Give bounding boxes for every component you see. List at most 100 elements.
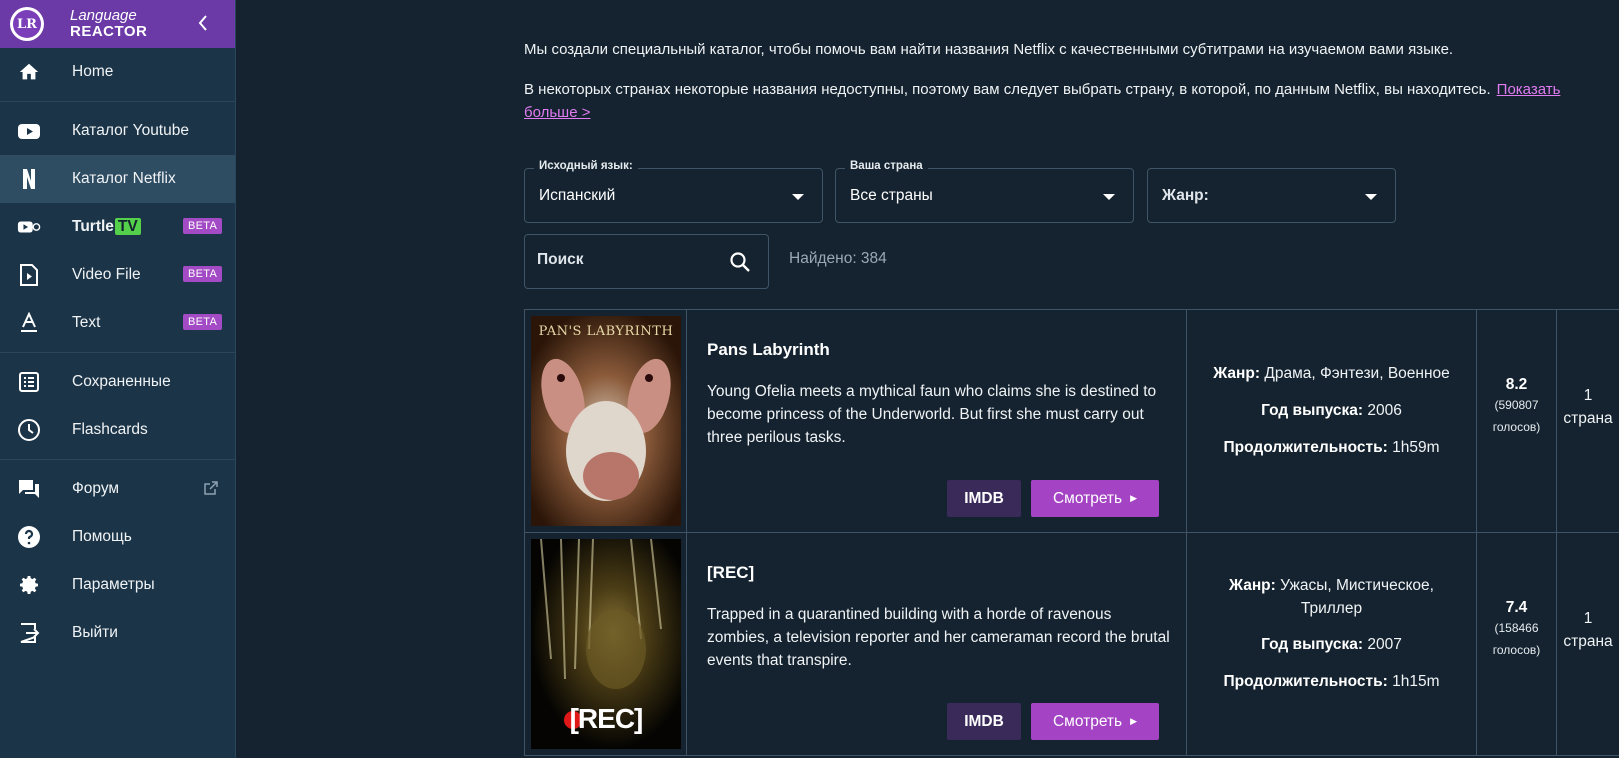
genre-label: Жанр:: [1213, 365, 1261, 382]
turtle-tv-icon: [17, 215, 41, 239]
duration-line: Продолжительность: 1h59m: [1187, 436, 1476, 459]
poster-cell: [REC]: [524, 533, 686, 755]
divider: [0, 459, 235, 460]
video-file-icon: [17, 263, 41, 287]
select-value: Все страны: [850, 187, 933, 204]
genre-line: Жанр: Драма, Фэнтези, Военное: [1187, 362, 1476, 385]
year-value: 2006: [1367, 402, 1402, 419]
duration-value: 1h59m: [1392, 439, 1440, 456]
external-link-icon: [204, 481, 218, 498]
sidebar-item-label: Flashcards: [72, 421, 148, 438]
movie-description: Trapped in a quarantined building with a…: [707, 606, 1170, 669]
turtle-label: Turtle: [72, 218, 114, 235]
sidebar-item-label: Каталог Netflix: [72, 170, 176, 187]
source-language-select[interactable]: Исходный язык: Испанский: [524, 160, 823, 223]
dropdown-arrow-icon: [792, 194, 804, 200]
poster-cell: PAN'S LABYRINTH: [524, 310, 686, 532]
list-icon: [17, 370, 41, 394]
beta-badge: BETA: [183, 266, 223, 282]
genre-select[interactable]: Жанр:: [1147, 168, 1396, 223]
collapse-sidebar-icon[interactable]: [197, 14, 209, 37]
forum-icon: [17, 477, 41, 501]
country-select[interactable]: Ваша страна Все страны: [835, 160, 1134, 223]
language-reactor-logo[interactable]: LR: [10, 7, 44, 41]
text-icon: [17, 311, 41, 335]
duration-line: Продолжительность: 1h15m: [1187, 670, 1476, 693]
search-input[interactable]: [537, 251, 717, 269]
logout-icon: [17, 621, 41, 645]
results-count: Найдено: 384: [789, 250, 887, 267]
dropdown-arrow-icon: [1103, 194, 1115, 200]
sidebar-item-flashcards[interactable]: Flashcards: [0, 406, 235, 454]
sidebar-item-netflix-catalog[interactable]: Каталог Netflix: [0, 155, 235, 203]
sidebar-item-video-file[interactable]: Video File BETA: [0, 251, 235, 299]
select-label: Исходный язык:: [534, 160, 638, 172]
sidebar: LR Language REACTOR Home Каталог Youtube…: [0, 0, 236, 758]
country-count: 1 страна: [1563, 387, 1613, 427]
duration-value: 1h15m: [1392, 673, 1440, 690]
country-cell: 1 страна: [1556, 310, 1619, 532]
select-placeholder: Жанр:: [1162, 187, 1209, 204]
brand-line-1: Language: [70, 7, 137, 24]
gear-icon: [17, 573, 41, 597]
watch-button[interactable]: Смотреть ▶: [1031, 480, 1159, 517]
sidebar-item-turtle-tv[interactable]: Turtle TV BETA: [0, 203, 235, 251]
brand-name: Language REACTOR: [70, 8, 147, 40]
sidebar-item-label: Форум: [72, 480, 120, 497]
info-cell: Pans Labyrinth Young Ofelia meets a myth…: [686, 310, 1186, 532]
year-line: Год выпуска: 2006: [1187, 399, 1476, 422]
info-cell: [REC] Trapped in a quarantined building …: [686, 533, 1186, 755]
sidebar-item-forum[interactable]: Форум: [0, 465, 235, 513]
brand-line-2: REACTOR: [70, 23, 148, 40]
country-cell: 1 страна: [1556, 533, 1619, 755]
year-value: 2007: [1367, 636, 1402, 653]
movie-poster[interactable]: PAN'S LABYRINTH: [531, 316, 681, 526]
sidebar-item-label: Параметры: [72, 576, 155, 593]
genre-line: Жанр: Ужасы, Мистическое, Триллер: [1187, 574, 1476, 620]
sidebar-item-text[interactable]: Text BETA: [0, 299, 235, 347]
divider: [0, 101, 235, 102]
movie-title: [REC]: [707, 563, 755, 582]
genre-label: Жанр:: [1229, 577, 1276, 594]
sidebar-item-logout[interactable]: Выйти: [0, 609, 235, 657]
rating-votes: (158466 голосов): [1492, 621, 1541, 657]
sidebar-item-label: Каталог Youtube: [72, 122, 189, 139]
poster-title: [REC]: [569, 703, 644, 734]
divider: [0, 352, 235, 353]
dropdown-arrow-icon: [1365, 194, 1377, 200]
sidebar-item-label: Помощь: [72, 528, 132, 545]
intro-paragraph-2: В некоторых странах некоторые названия н…: [524, 78, 1564, 124]
sidebar-item-label: Video File: [72, 266, 141, 283]
rating: 8.2 (590807 голосов): [1477, 376, 1556, 438]
select-label: Ваша страна: [845, 160, 928, 172]
imdb-button[interactable]: IMDB: [947, 703, 1021, 740]
imdb-button[interactable]: IMDB: [947, 480, 1021, 517]
sidebar-item-label: Сохраненные: [72, 373, 171, 390]
movie-poster[interactable]: [REC]: [531, 539, 681, 749]
brand-header: LR Language REACTOR: [0, 0, 235, 48]
rating-cell: 8.2 (590807 голосов): [1476, 310, 1556, 532]
table-row: PAN'S LABYRINTH Pans Labyrinth Young Ofe…: [524, 310, 1619, 533]
play-icon: ▶: [1130, 492, 1138, 503]
rating-score: 7.4: [1505, 599, 1528, 616]
sidebar-item-label: Home: [72, 63, 114, 80]
search-icon[interactable]: [728, 250, 752, 274]
sidebar-item-saved[interactable]: Сохраненные: [0, 358, 235, 406]
youtube-icon: [17, 119, 41, 143]
sidebar-item-help[interactable]: Помощь: [0, 513, 235, 561]
sidebar-item-youtube-catalog[interactable]: Каталог Youtube: [0, 107, 235, 155]
intro-paragraph-1: Мы создали специальный каталог, чтобы по…: [524, 41, 1454, 58]
sidebar-item-label: Turtle TV: [72, 218, 141, 236]
sidebar-item-label: Выйти: [72, 624, 118, 641]
duration-label: Продолжительность:: [1223, 673, 1388, 690]
movie-title: Pans Labyrinth: [707, 340, 830, 359]
watch-button[interactable]: Смотреть ▶: [1031, 703, 1159, 740]
sidebar-item-home[interactable]: Home: [0, 48, 235, 96]
netflix-icon: [17, 167, 41, 191]
genre-value: Драма, Фэнтези, Военное: [1264, 365, 1450, 382]
country-count: 1 страна: [1563, 610, 1613, 650]
search-field[interactable]: [524, 234, 769, 289]
meta-cell: Жанр: Ужасы, Мистическое, Триллер Год вы…: [1186, 533, 1476, 755]
intro-text: В некоторых странах некоторые названия н…: [524, 81, 1491, 98]
sidebar-item-settings[interactable]: Параметры: [0, 561, 235, 609]
